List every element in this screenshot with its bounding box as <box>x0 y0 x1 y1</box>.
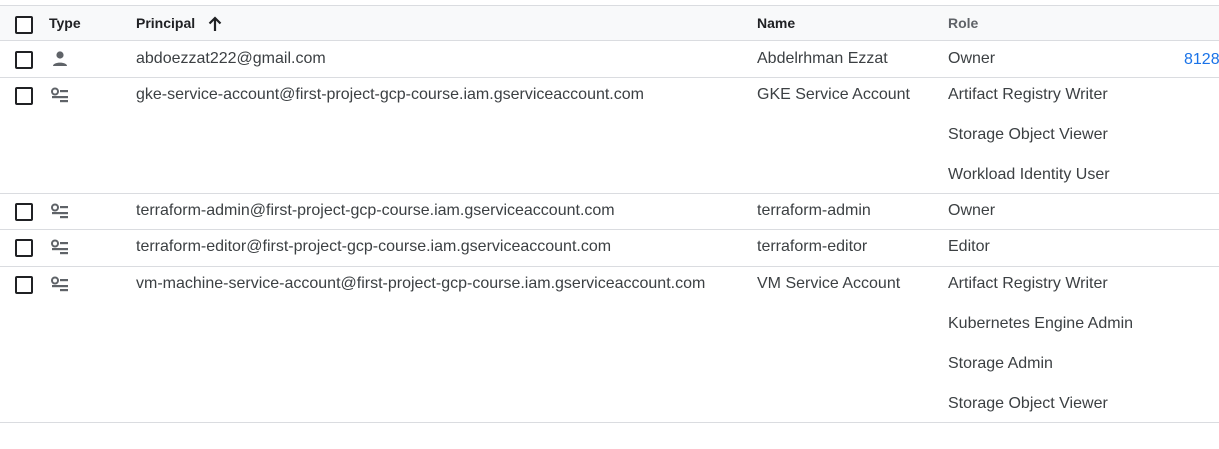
row-checkbox[interactable] <box>15 87 33 105</box>
role-label: Storage Object Viewer <box>948 126 1108 143</box>
row-checkbox[interactable] <box>15 276 33 294</box>
principal-name: GKE Service Account <box>757 86 910 103</box>
principal-email: terraform-editor@first-project-gcp-cours… <box>136 238 612 255</box>
row-checkbox[interactable] <box>15 239 33 257</box>
role-label: Artifact Registry Writer <box>948 275 1108 292</box>
principal-email: gke-service-account@first-project-gcp-co… <box>136 86 644 103</box>
column-header-principal[interactable]: Principal <box>136 15 195 31</box>
table-row: gke-service-account@first-project-gcp-co… <box>0 78 1219 194</box>
column-header-type[interactable]: Type <box>49 15 81 31</box>
principal-email: abdoezzat222@gmail.com <box>136 50 326 67</box>
row-checkbox[interactable] <box>15 203 33 221</box>
inheritance-link[interactable]: 8128 <box>1184 51 1219 69</box>
table-header: Type Principal Name Role <box>0 5 1219 41</box>
role-label: Storage Object Viewer <box>948 395 1108 412</box>
table-row: vm-machine-service-account@first-project… <box>0 267 1219 423</box>
principal-email: vm-machine-service-account@first-project… <box>136 275 706 292</box>
person-icon <box>51 50 69 68</box>
role-label: Workload Identity User <box>948 166 1110 183</box>
role-label: Editor <box>948 238 990 255</box>
role-label: Owner <box>948 50 996 67</box>
table-row: abdoezzat222@gmail.com Abdelrhman Ezzat … <box>0 41 1219 78</box>
column-header-name[interactable]: Name <box>757 15 795 31</box>
column-header-role: Role <box>948 15 979 31</box>
row-checkbox[interactable] <box>15 51 33 69</box>
role-label: Storage Admin <box>948 355 1053 372</box>
principal-name: terraform-editor <box>757 238 868 255</box>
principal-email: terraform-admin@first-project-gcp-course… <box>136 202 615 219</box>
service-account-icon <box>51 275 69 293</box>
service-account-icon <box>51 238 69 256</box>
role-label: Artifact Registry Writer <box>948 86 1108 103</box>
table-row: terraform-editor@first-project-gcp-cours… <box>0 230 1219 267</box>
role-label: Kubernetes Engine Admin <box>948 315 1134 332</box>
select-all-checkbox[interactable] <box>15 16 33 34</box>
iam-permissions-table: Type Principal Name Role abdoezzat222@gm… <box>0 5 1219 423</box>
sort-ascending-icon[interactable] <box>206 15 224 33</box>
service-account-icon <box>51 86 69 104</box>
service-account-icon <box>51 202 69 220</box>
table-row: terraform-admin@first-project-gcp-course… <box>0 194 1219 230</box>
role-label: Owner <box>948 202 996 219</box>
principal-name: VM Service Account <box>757 275 901 292</box>
principal-name: terraform-admin <box>757 202 871 219</box>
principal-name: Abdelrhman Ezzat <box>757 50 888 67</box>
